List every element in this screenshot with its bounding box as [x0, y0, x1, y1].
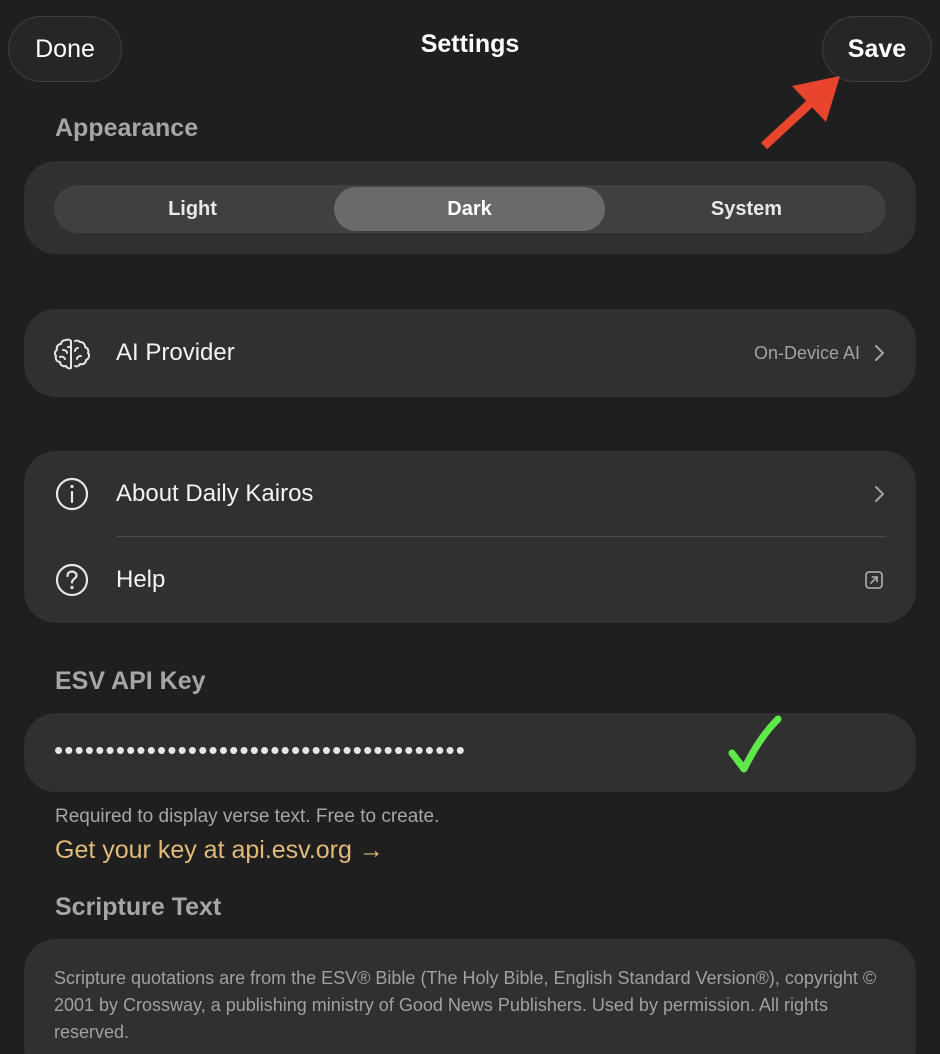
ai-provider-label: AI Provider	[116, 339, 235, 366]
help-row[interactable]: Help	[24, 537, 916, 623]
api-key-masked-value: ••••••••••••••••••••••••••••••••••••••••	[54, 735, 467, 765]
brain-icon	[53, 338, 91, 370]
chevron-right-icon	[875, 486, 884, 502]
help-label: Help	[116, 566, 166, 593]
scripture-copyright-text: Scripture quotations are from the ESV® B…	[54, 968, 877, 1042]
scripture-section-label: Scripture Text	[55, 893, 222, 921]
appearance-section-label: Appearance	[55, 114, 199, 142]
appearance-option-light[interactable]: Light	[54, 185, 331, 233]
annotation-arrow-icon	[760, 76, 840, 150]
esv-get-key-link[interactable]: Get your key at api.esv.org →	[55, 836, 384, 865]
external-link-icon	[865, 571, 883, 589]
checkmark-icon	[728, 715, 782, 773]
chevron-right-icon	[875, 345, 884, 361]
settings-screen: Done Settings Save Appearance Light Dark…	[0, 0, 940, 1054]
appearance-segmented-control: Light Dark System	[54, 185, 886, 233]
info-card: About Daily Kairos Help	[24, 451, 916, 623]
scripture-card: Scripture quotations are from the ESV® B…	[24, 939, 916, 1054]
ai-provider-card: AI Provider On-Device AI	[24, 309, 916, 397]
esv-helper-text: Required to display verse text. Free to …	[55, 806, 440, 827]
info-icon	[55, 477, 89, 511]
esv-api-key-field[interactable]: ••••••••••••••••••••••••••••••••••••••••	[24, 713, 916, 792]
about-label: About Daily Kairos	[116, 480, 314, 507]
ai-provider-row[interactable]: AI Provider On-Device AI	[24, 309, 916, 397]
esv-section-label: ESV API Key	[55, 667, 206, 695]
help-icon	[55, 563, 89, 597]
appearance-option-dark[interactable]: Dark	[334, 187, 605, 231]
about-row[interactable]: About Daily Kairos	[24, 451, 916, 537]
page-title: Settings	[420, 30, 520, 58]
appearance-card: Light Dark System	[24, 161, 916, 254]
ai-provider-value: On-Device AI	[753, 342, 860, 363]
appearance-option-system[interactable]: System	[608, 185, 885, 233]
